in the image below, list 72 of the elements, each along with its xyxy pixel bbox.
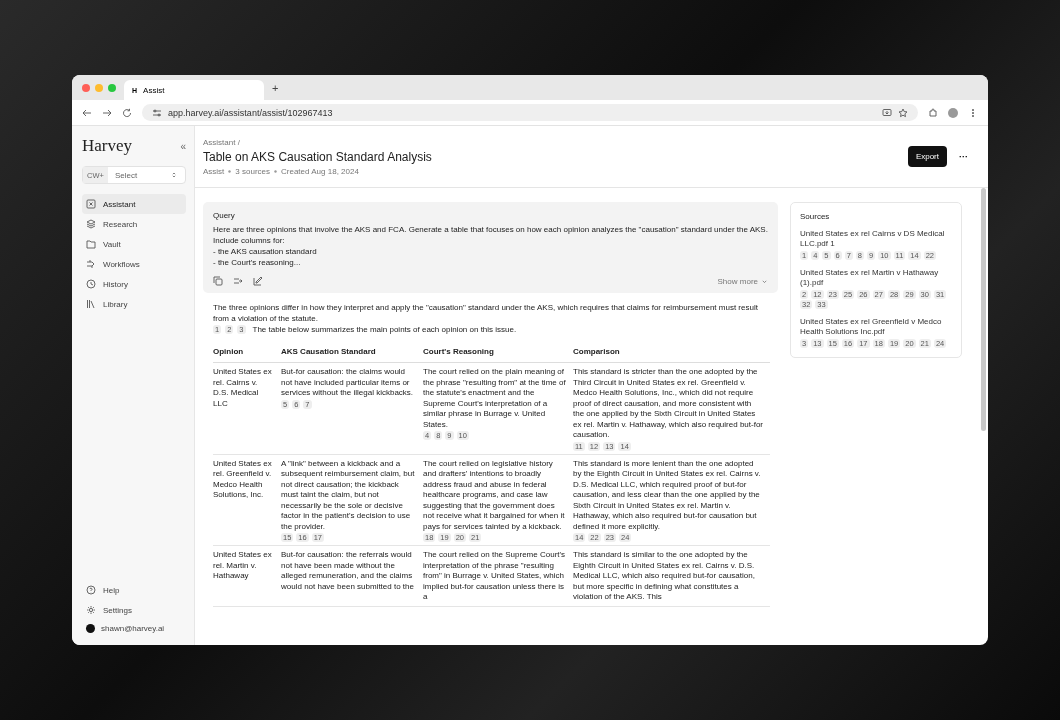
separator-dot: [228, 169, 232, 173]
copy-icon: [213, 276, 223, 286]
export-button[interactable]: Export: [907, 146, 947, 167]
table-cell-text: The court relied on the Supreme Court's interpretation of the phrase "resulting from" in Burrage v. United States, which implied but-for causation unless there is a: [423, 550, 566, 603]
query-text: - the AKS causation standard: [213, 246, 318, 257]
table-cell-text: United States ex rel. Greenfield v. Medco Health Solutions, Inc.: [213, 458, 273, 501]
user-avatar: [86, 624, 95, 633]
star-icon: [898, 107, 908, 118]
nav-item[interactable]: Research: [82, 214, 186, 234]
table-cell-text: But-for causation: the claims would not have included particular items or services without the illegal kickbacks.: [281, 367, 415, 399]
chevrons-icon: [170, 171, 178, 179]
nav-item[interactable]: Vault: [82, 234, 186, 254]
sources-title: Sources: [800, 212, 831, 221]
show-more-button[interactable]: Show more: [717, 276, 768, 286]
table-cell-text: This standard is similar to the one adopted by the Eighth Circuit in United States ex rel. Cairns v. D.S. Medical LLC, which also required but-for causation, but more specific in defining what constitutes a violation of the AKS. This: [573, 550, 756, 603]
query-text: - the Court's reasoning...: [213, 257, 302, 268]
tune-icon: [152, 107, 162, 118]
source-file[interactable]: United States ex rel Greenfield v Medco Health Solutions Inc.pdf: [800, 317, 952, 337]
table-cell-text: United States ex rel. Martin v. Hathaway: [213, 550, 273, 582]
zoom-dot[interactable]: [108, 83, 116, 92]
answer-text: The table below summarizes the main points of each opinion on this issue.: [252, 324, 517, 335]
column-header: Opinion: [213, 347, 244, 356]
query-label: Query: [213, 211, 236, 220]
flow-icon: [86, 259, 96, 269]
table-cell-text: United States ex rel. Cairns v. D.S. Medical LLC: [213, 367, 273, 409]
table-cell-text: But-for causation: the referrals would not have been made without the alleged remuneration, and the claims would not have been submitted to the: [281, 550, 415, 592]
table-cell-text: The court relied on the plain meaning of the phrase "resulting from" at the time of the statute's enactment and the Supreme Court's interpretation of a similar phrase in Burrage v. United States.: [423, 367, 566, 430]
new-tab-button[interactable]: +: [272, 81, 279, 94]
query-text: Here are three opinions that involve the AKS and FCA. Generate a table that focuses on how each opinion analyzes the "causation" standard under the AKS. Include columns for:: [213, 224, 768, 246]
edit-icon: [253, 276, 263, 286]
page-title: Table on AKS Causation Standard Analysis: [203, 149, 432, 164]
nav-item[interactable]: Workflows: [82, 254, 186, 274]
insert-icon: [233, 276, 243, 286]
answer-text: The three opinions differ in how they interpret and apply the "causation" standard under the AKS, which requires that claims for reimbursement must result from a violation of the statute.: [213, 302, 759, 324]
breadcrumb[interactable]: Assistant /: [203, 137, 432, 147]
folder-icon: [86, 239, 96, 249]
nav-item[interactable]: Help: [82, 580, 186, 600]
layers-icon: [86, 219, 96, 229]
separator-dot: [274, 169, 278, 173]
clock-icon: [86, 279, 96, 289]
meta-text: 3 sources: [235, 166, 271, 176]
nav-item[interactable]: Assistant: [82, 194, 186, 214]
column-header: AKS Causation Standard: [281, 347, 376, 356]
nav-item[interactable]: Settings: [82, 600, 186, 620]
nav-item[interactable]: Library: [82, 294, 186, 314]
column-header: Court's Reasoning: [423, 347, 494, 356]
scrollbar[interactable]: [981, 188, 986, 431]
table-cell-text: This standard is more lenient than the one adopted by the Eighth Circuit in United States ex rel. Cairns v. D.S. Medical LLC, which required proof of but-for causation, and less clear than the one applied by the Sixth Circuit in United States ex rel. Martin v. Hathaway, which also required but-for causation but defined it more explicitly.: [573, 458, 762, 532]
address-bar[interactable]: app.harvey.ai/assistant/assist/102967413: [142, 104, 918, 121]
back-icon: [82, 107, 92, 118]
table-cell-text: This standard is stricter than the one adopted by the Third Circuit in United States ex rel. Greenfield v. Medco Health Solutions, Inc., which did not require proof of direct causation, and more consistent with the one applied by the Sixth Circuit in United States ex rel. Martin v. Hathaway, which also required but-for causation.: [573, 367, 763, 441]
user-email[interactable]: shawn@harvey.ai: [101, 624, 165, 633]
source-file[interactable]: United States ex rel Cairns v DS Medical LLC.pdf 1: [800, 229, 952, 249]
more-button[interactable]: ···: [959, 151, 968, 162]
reload-icon: [122, 107, 132, 118]
profile-avatar[interactable]: [948, 107, 958, 118]
forward-icon: [102, 107, 112, 118]
install-icon: [882, 107, 892, 118]
table-cell-text: A "link" between a kickback and a subsequent reimbursement claim, but not direct causation; the kickback must taint the claim, but not necessarily be the sole or decisive factor in the patient's decision to use the provider.: [281, 458, 416, 532]
meta-text: Created Aug 18, 2024: [281, 166, 359, 176]
collapse-button[interactable]: «: [180, 140, 186, 152]
meta-text: Assist: [203, 166, 225, 176]
table-cell-text: The court relied on legislative history and drafters' intentions to broadly address fraud and abuse in federal healthcare programs, and case law suggesting that the government does not receive what it bargained for when it pays for services tainted by a kickback.: [423, 458, 566, 532]
books-icon: [86, 299, 96, 309]
nav-item[interactable]: History: [82, 274, 186, 294]
minimize-dot[interactable]: [95, 83, 103, 92]
box-x-icon: [86, 199, 96, 209]
column-header: Comparison: [573, 347, 620, 356]
source-file[interactable]: United States ex rel Martin v Hathaway (1).pdf: [800, 268, 952, 288]
settings-icon: [86, 605, 96, 615]
logo: Harvey: [82, 136, 133, 156]
close-dot[interactable]: [82, 83, 90, 92]
